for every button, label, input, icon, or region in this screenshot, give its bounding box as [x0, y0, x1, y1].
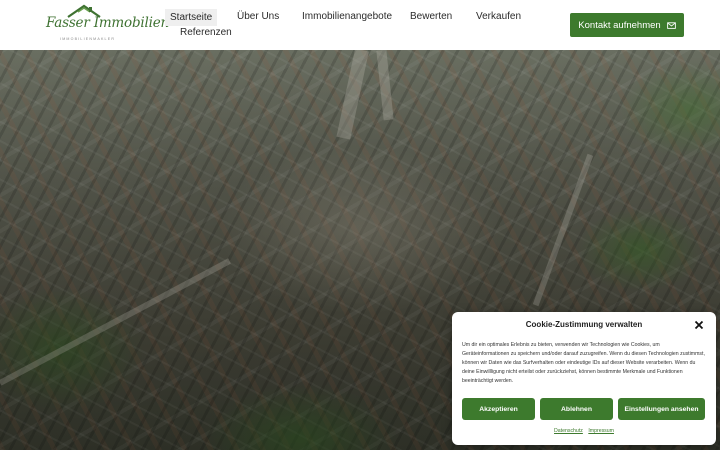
accept-button[interactable]: Akzeptieren: [462, 398, 535, 420]
nav-item-ueber-uns[interactable]: Über Uns: [232, 8, 284, 25]
logo-tagline: IMMOBILIENMAKLER: [60, 37, 116, 41]
cookie-dialog-text: Um dir ein optimales Erlebnis zu bieten,…: [462, 342, 705, 384]
nav-item-bewerten[interactable]: Bewerten: [405, 8, 457, 25]
logo-wordmark: Fasser Immobilien: [46, 15, 170, 31]
cookie-dialog-links: Datenschutz Impressum: [452, 428, 716, 434]
contact-button[interactable]: Kontakt aufnehmen: [570, 13, 684, 37]
close-icon[interactable]: [694, 320, 704, 330]
cookie-dialog-title: Cookie-Zustimmung verwalten: [525, 320, 643, 329]
brand-logo[interactable]: Fasser Immobilien IMMOBILIENMAKLER: [44, 4, 169, 44]
cookie-consent-dialog: Cookie-Zustimmung verwalten Um dir ein o…: [452, 312, 716, 445]
contact-button-label: Kontakt aufnehmen: [578, 19, 661, 31]
view-settings-button[interactable]: Einstellungen ansehen: [618, 398, 705, 420]
nav-item-immobilienangebote[interactable]: Immobilienangebote: [297, 8, 397, 25]
nav-item-referenzen[interactable]: Referenzen: [175, 24, 237, 41]
privacy-link[interactable]: Datenschutz: [554, 428, 583, 434]
nav-item-verkaufen[interactable]: Verkaufen: [471, 8, 526, 25]
decline-button[interactable]: Ablehnen: [540, 398, 613, 420]
site-header: Fasser Immobilien IMMOBILIENMAKLER Start…: [0, 0, 720, 50]
imprint-link[interactable]: Impressum: [588, 428, 614, 434]
envelope-icon: [666, 21, 676, 29]
